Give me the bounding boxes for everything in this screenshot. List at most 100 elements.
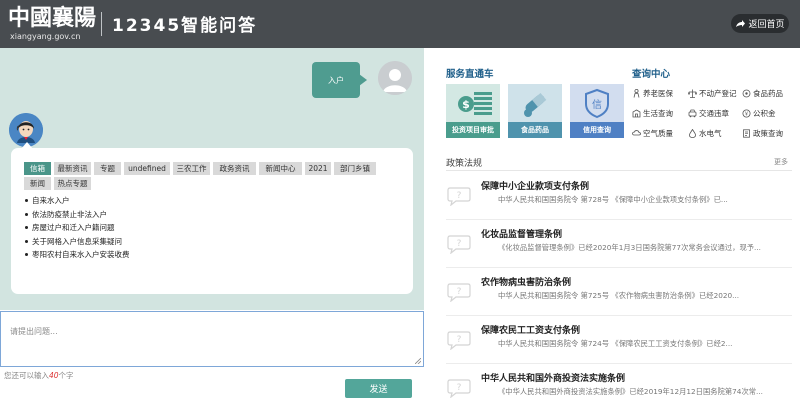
query-item-label: 养老医保 <box>643 89 673 98</box>
food-icon <box>742 89 751 98</box>
query-item-label: 公积金 <box>753 109 776 118</box>
utility-icon <box>689 129 696 138</box>
tab-news[interactable]: 新闻 <box>24 177 51 190</box>
service-card-label: 信用查询 <box>570 122 624 138</box>
policy-icon-wrap: ? <box>446 328 472 351</box>
tab-hot-topics[interactable]: 热点专题 <box>54 177 91 190</box>
service-card-label: 投资项目审批 <box>446 122 500 138</box>
service-card-image: 信 <box>570 84 624 122</box>
home-button-label: 返回首页 <box>748 20 785 30</box>
share-arrow-icon <box>736 19 746 27</box>
bot-reply-bubble: 信箱 最新资讯 专题 undefined 三农工作 政务资讯 新闻中心 2021… <box>11 142 413 294</box>
suggestion-item[interactable]: 自来水入户 <box>24 194 130 208</box>
elderly-icon <box>633 89 640 98</box>
tab-undefined[interactable]: undefined <box>124 162 170 175</box>
service-card-credit[interactable]: 信 信用查询 <box>570 84 624 138</box>
policy-meta: 中华人民共和国国务院令 第728号 《保障中小企业款项支付条例》已... <box>498 195 728 204</box>
question-bubble-icon: ? <box>447 331 471 351</box>
property-icon <box>688 89 697 98</box>
policy-section-title: 政策法规 <box>446 159 483 169</box>
policy-item[interactable]: ? 化妆品监督管理条例 《化妆品监督管理条例》已经2020年1月3日国务院第77… <box>446 220 792 268</box>
user-message-bubble: 入户 <box>312 62 367 98</box>
suggestion-item[interactable]: 关于网格入户信息采集疑问 <box>24 235 130 249</box>
tab-agriculture[interactable]: 三农工作 <box>173 162 210 175</box>
policy-item[interactable]: ? 农作物病虫害防治条例 中华人民共和国国务院令 第725号 《农作物病虫害防治… <box>446 268 792 316</box>
service-card-image <box>508 84 562 122</box>
side-panel: 服务直通车 $ 投资项目审批 食品药品 信 信用查询 查询中心 养老医保 不动产… <box>424 48 800 412</box>
svg-text:?: ? <box>457 335 462 345</box>
query-item-food[interactable]: 食品药品 <box>742 88 783 99</box>
question-input-box <box>0 311 424 367</box>
query-item-label: 政策查询 <box>753 129 783 138</box>
query-center-title: 查询中心 <box>632 69 671 80</box>
more-link[interactable]: 更多 <box>774 157 788 167</box>
chat-panel: 入户 信箱 最新资讯 专题 undefined 三农工作 政务资讯 新闻中心 2… <box>0 48 424 412</box>
question-bubble-icon: ? <box>447 187 471 207</box>
policy-title: 农作物病虫害防治条例 <box>481 278 572 288</box>
policy-item[interactable]: ? 中华人民共和国外商投资法实施条例 《中华人民共和国外商投资法实施条例》已经2… <box>446 364 792 411</box>
query-item-label: 不动产登记 <box>699 89 737 98</box>
service-card-image: $ <box>446 84 500 122</box>
tab-news-center[interactable]: 新闻中心 <box>259 162 302 175</box>
tab-mailbox[interactable]: 信箱 <box>24 162 51 175</box>
svg-text:¥: ¥ <box>745 111 748 117</box>
question-input[interactable] <box>1 312 421 364</box>
policy-title: 保障农民工工资支付条例 <box>481 326 581 336</box>
service-card-label: 食品药品 <box>508 122 562 138</box>
suggestion-item[interactable]: 依法防疫禁止非法入户 <box>24 208 130 222</box>
svg-text:信: 信 <box>592 99 602 111</box>
page-title: 12345智能问答 <box>112 16 258 36</box>
money-icon: $ <box>458 92 492 115</box>
tab-topics[interactable]: 专题 <box>94 162 121 175</box>
tab-latest-news[interactable]: 最新资讯 <box>54 162 91 175</box>
question-bubble-icon: ? <box>447 283 471 303</box>
svg-text:?: ? <box>457 383 462 393</box>
policy-meta: 中华人民共和国国务院令 第725号 《农作物病虫害防治条例》已经2020... <box>498 291 740 300</box>
fund-icon: ¥ <box>742 109 751 118</box>
char-counter: 您还可以输入40个字 <box>4 370 74 381</box>
send-button[interactable]: 发送 <box>345 379 412 398</box>
site-logo[interactable]: 中國襄陽 xiangyang.gov.cn <box>8 5 100 43</box>
suggestion-item[interactable]: 房屋过户和迁入户籍问题 <box>24 221 130 235</box>
query-item-policy[interactable]: 政策查询 <box>742 128 783 139</box>
policy-title: 中华人民共和国外商投资法实施条例 <box>481 374 626 384</box>
policy-icon-wrap: ? <box>446 184 472 207</box>
svg-text:$: $ <box>462 98 470 111</box>
query-item-life[interactable]: 生活查询 <box>632 108 673 119</box>
query-item-elderly[interactable]: 养老医保 <box>632 88 673 99</box>
service-card-food-drug[interactable]: 食品药品 <box>508 84 562 138</box>
policy-meta: 《中华人民共和国外商投资法实施条例》已经2019年12月12日国务院第74次常.… <box>498 387 763 396</box>
query-item-air[interactable]: 空气质量 <box>632 128 673 139</box>
tab-departments[interactable]: 部门乡镇 <box>334 162 376 175</box>
policy-icon <box>743 129 750 138</box>
suggestion-item[interactable]: 枣阳农村自来水入户安装收费 <box>24 248 130 262</box>
services-title: 服务直通车 <box>446 69 494 80</box>
question-bubble-icon: ? <box>447 379 471 399</box>
chat-history[interactable]: 入户 信箱 最新资讯 专题 undefined 三农工作 政务资讯 新闻中心 2… <box>0 48 424 310</box>
policy-item[interactable]: ? 保障中小企业款项支付条例 中华人民共和国国务院令 第728号 《保障中小企业… <box>446 172 792 220</box>
query-item-fund[interactable]: ¥ 公积金 <box>742 108 776 119</box>
home-button[interactable]: 返回首页 <box>731 14 789 33</box>
tab-2021[interactable]: 2021 <box>305 162 331 175</box>
policy-title: 化妆品监督管理条例 <box>481 230 563 240</box>
query-item-traffic[interactable]: 交通违章 <box>688 108 729 119</box>
query-item-label: 食品药品 <box>753 89 783 98</box>
policy-icon-wrap: ? <box>446 232 472 255</box>
counter-number: 40 <box>49 371 59 380</box>
tab-gov-info[interactable]: 政务资讯 <box>213 162 256 175</box>
resize-grip-icon[interactable] <box>415 358 421 364</box>
counter-prefix: 您还可以输入 <box>4 371 49 380</box>
pill-icon <box>524 92 547 117</box>
policy-icon-wrap: ? <box>446 280 472 303</box>
counter-suffix: 个字 <box>58 371 74 380</box>
service-card-investment[interactable]: $ 投资项目审批 <box>446 84 500 138</box>
life-icon <box>632 109 641 118</box>
policy-item[interactable]: ? 保障农民工工资支付条例 中华人民共和国国务院令 第724号 《保障农民工工资… <box>446 316 792 364</box>
policy-meta: 《化妆品监督管理条例》已经2020年1月3日国务院第77次常务会议通过，现予..… <box>498 243 762 252</box>
svg-text:?: ? <box>457 239 462 249</box>
query-item-utility[interactable]: 水电气 <box>688 128 722 139</box>
query-item-property[interactable]: 不动产登记 <box>688 88 737 99</box>
query-item-label: 空气质量 <box>643 129 673 138</box>
query-item-label: 生活查询 <box>643 109 673 118</box>
logo-text: 中國襄陽 <box>8 5 97 31</box>
